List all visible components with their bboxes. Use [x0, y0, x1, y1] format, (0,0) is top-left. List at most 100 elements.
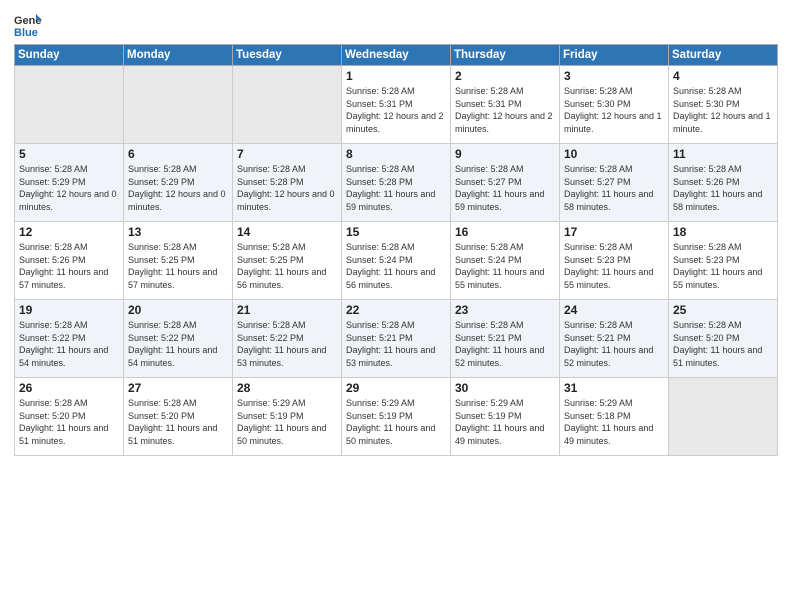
day-info: Sunrise: 5:28 AM Sunset: 5:31 PM Dayligh…: [455, 85, 555, 135]
calendar-cell: 26 Sunrise: 5:28 AM Sunset: 5:20 PM Dayli…: [15, 378, 124, 456]
day-number: 5: [19, 147, 119, 161]
day-info: Sunrise: 5:28 AM Sunset: 5:20 PM Dayligh…: [128, 397, 228, 447]
day-number: 31: [564, 381, 664, 395]
day-number: 20: [128, 303, 228, 317]
day-info: Sunrise: 5:28 AM Sunset: 5:22 PM Dayligh…: [19, 319, 119, 369]
day-info: Sunrise: 5:29 AM Sunset: 5:19 PM Dayligh…: [237, 397, 337, 447]
page-header: General Blue: [14, 10, 778, 38]
calendar-cell: 14Sunrise: 5:28 AM Sunset: 5:25 PM Dayli…: [233, 222, 342, 300]
day-number: 25: [673, 303, 773, 317]
day-info: Sunrise: 5:28 AM Sunset: 5:24 PM Dayligh…: [455, 241, 555, 291]
calendar-cell: 29 Sunrise: 5:29 AM Sunset: 5:19 PM Dayli…: [342, 378, 451, 456]
day-header-sunday: Sunday: [15, 45, 124, 66]
calendar-cell: 31 Sunrise: 5:29 AM Sunset: 5:18 PM Dayli…: [560, 378, 669, 456]
calendar-cell: 24Sunrise: 5:28 AM Sunset: 5:21 PM Dayli…: [560, 300, 669, 378]
calendar-cell: 4 Sunrise: 5:28 AM Sunset: 5:30 PM Daylig…: [669, 66, 778, 144]
calendar-cell: 23 Sunrise: 5:28 AM Sunset: 5:21 PM Dayli…: [451, 300, 560, 378]
day-info: Sunrise: 5:28 AM Sunset: 5:23 PM Dayligh…: [673, 241, 773, 291]
day-info: Sunrise: 5:28 AM Sunset: 5:30 PM Dayligh…: [564, 85, 664, 135]
calendar-cell: 8 Sunrise: 5:28 AM Sunset: 5:28 PM Daylig…: [342, 144, 451, 222]
day-header-tuesday: Tuesday: [233, 45, 342, 66]
calendar-cell: 13 Sunrise: 5:28 AM Sunset: 5:25 PM Dayli…: [124, 222, 233, 300]
calendar-cell: 3 Sunrise: 5:28 AM Sunset: 5:30 PM Daylig…: [560, 66, 669, 144]
day-info: Sunrise: 5:28 AM Sunset: 5:27 PM Dayligh…: [455, 163, 555, 213]
day-info: Sunrise: 5:28 AM Sunset: 5:28 PM Dayligh…: [346, 163, 446, 213]
calendar-cell: 6 Sunrise: 5:28 AM Sunset: 5:29 PM Daylig…: [124, 144, 233, 222]
calendar-cell: 27 Sunrise: 5:28 AM Sunset: 5:20 PM Dayli…: [124, 378, 233, 456]
day-number: 7: [237, 147, 337, 161]
calendar-cell: 17 Sunrise: 5:28 AM Sunset: 5:23 PM Dayli…: [560, 222, 669, 300]
day-number: 28: [237, 381, 337, 395]
day-number: 6: [128, 147, 228, 161]
day-number: 8: [346, 147, 446, 161]
day-number: 29: [346, 381, 446, 395]
day-number: 4: [673, 69, 773, 83]
calendar: SundayMondayTuesdayWednesdayThursdayFrid…: [14, 44, 778, 456]
day-number: 12: [19, 225, 119, 239]
calendar-cell: 5 Sunrise: 5:28 AM Sunset: 5:29 PM Daylig…: [15, 144, 124, 222]
calendar-cell: 11 Sunrise: 5:28 AM Sunset: 5:26 PM Dayli…: [669, 144, 778, 222]
day-header-wednesday: Wednesday: [342, 45, 451, 66]
calendar-cell: 9 Sunrise: 5:28 AM Sunset: 5:27 PM Daylig…: [451, 144, 560, 222]
day-info: Sunrise: 5:28 AM Sunset: 5:26 PM Dayligh…: [673, 163, 773, 213]
day-info: Sunrise: 5:28 AM Sunset: 5:27 PM Dayligh…: [564, 163, 664, 213]
day-info: Sunrise: 5:28 AM Sunset: 5:25 PM Dayligh…: [128, 241, 228, 291]
day-number: 27: [128, 381, 228, 395]
day-number: 18: [673, 225, 773, 239]
calendar-cell: 10 Sunrise: 5:28 AM Sunset: 5:27 PM Dayli…: [560, 144, 669, 222]
day-header-thursday: Thursday: [451, 45, 560, 66]
day-info: Sunrise: 5:28 AM Sunset: 5:22 PM Dayligh…: [237, 319, 337, 369]
calendar-cell: 15 Sunrise: 5:28 AM Sunset: 5:24 PM Dayli…: [342, 222, 451, 300]
day-number: 2: [455, 69, 555, 83]
calendar-cell: 16 Sunrise: 5:28 AM Sunset: 5:24 PM Dayli…: [451, 222, 560, 300]
calendar-cell: 28 Sunrise: 5:29 AM Sunset: 5:19 PM Dayli…: [233, 378, 342, 456]
day-info: Sunrise: 5:29 AM Sunset: 5:19 PM Dayligh…: [346, 397, 446, 447]
day-number: 24: [564, 303, 664, 317]
day-number: 19: [19, 303, 119, 317]
day-number: 13: [128, 225, 228, 239]
day-number: 9: [455, 147, 555, 161]
day-info: Sunrise: 5:28 AM Sunset: 5:29 PM Dayligh…: [19, 163, 119, 213]
calendar-cell: 2 Sunrise: 5:28 AM Sunset: 5:31 PM Daylig…: [451, 66, 560, 144]
day-number: 1: [346, 69, 446, 83]
day-number: 16: [455, 225, 555, 239]
calendar-cell: 20 Sunrise: 5:28 AM Sunset: 5:22 PM Dayli…: [124, 300, 233, 378]
calendar-cell: [233, 66, 342, 144]
day-info: Sunrise: 5:28 AM Sunset: 5:30 PM Dayligh…: [673, 85, 773, 135]
day-number: 11: [673, 147, 773, 161]
calendar-cell: 7Sunrise: 5:28 AM Sunset: 5:28 PM Daylig…: [233, 144, 342, 222]
day-number: 26: [19, 381, 119, 395]
calendar-cell: 22 Sunrise: 5:28 AM Sunset: 5:21 PM Dayli…: [342, 300, 451, 378]
calendar-cell: 30Sunrise: 5:29 AM Sunset: 5:19 PM Dayli…: [451, 378, 560, 456]
day-info: Sunrise: 5:28 AM Sunset: 5:21 PM Dayligh…: [346, 319, 446, 369]
day-info: Sunrise: 5:28 AM Sunset: 5:20 PM Dayligh…: [673, 319, 773, 369]
day-info: Sunrise: 5:28 AM Sunset: 5:31 PM Dayligh…: [346, 85, 446, 135]
day-number: 15: [346, 225, 446, 239]
logo: General Blue: [14, 10, 42, 38]
day-number: 21: [237, 303, 337, 317]
day-number: 23: [455, 303, 555, 317]
day-info: Sunrise: 5:29 AM Sunset: 5:18 PM Dayligh…: [564, 397, 664, 447]
calendar-cell: 12 Sunrise: 5:28 AM Sunset: 5:26 PM Dayli…: [15, 222, 124, 300]
day-info: Sunrise: 5:28 AM Sunset: 5:21 PM Dayligh…: [455, 319, 555, 369]
day-header-monday: Monday: [124, 45, 233, 66]
calendar-cell: [15, 66, 124, 144]
day-info: Sunrise: 5:28 AM Sunset: 5:29 PM Dayligh…: [128, 163, 228, 213]
calendar-cell: 18 Sunrise: 5:28 AM Sunset: 5:23 PM Dayli…: [669, 222, 778, 300]
day-header-saturday: Saturday: [669, 45, 778, 66]
day-info: Sunrise: 5:28 AM Sunset: 5:23 PM Dayligh…: [564, 241, 664, 291]
day-number: 17: [564, 225, 664, 239]
day-info: Sunrise: 5:29 AM Sunset: 5:19 PM Dayligh…: [455, 397, 555, 447]
day-number: 22: [346, 303, 446, 317]
svg-text:Blue: Blue: [14, 27, 38, 38]
calendar-cell: [124, 66, 233, 144]
calendar-cell: [669, 378, 778, 456]
day-number: 3: [564, 69, 664, 83]
calendar-cell: 21 Sunrise: 5:28 AM Sunset: 5:22 PM Dayli…: [233, 300, 342, 378]
day-info: Sunrise: 5:28 AM Sunset: 5:20 PM Dayligh…: [19, 397, 119, 447]
day-info: Sunrise: 5:28 AM Sunset: 5:24 PM Dayligh…: [346, 241, 446, 291]
day-header-friday: Friday: [560, 45, 669, 66]
day-info: Sunrise: 5:28 AM Sunset: 5:22 PM Dayligh…: [128, 319, 228, 369]
day-number: 10: [564, 147, 664, 161]
day-info: Sunrise: 5:28 AM Sunset: 5:26 PM Dayligh…: [19, 241, 119, 291]
